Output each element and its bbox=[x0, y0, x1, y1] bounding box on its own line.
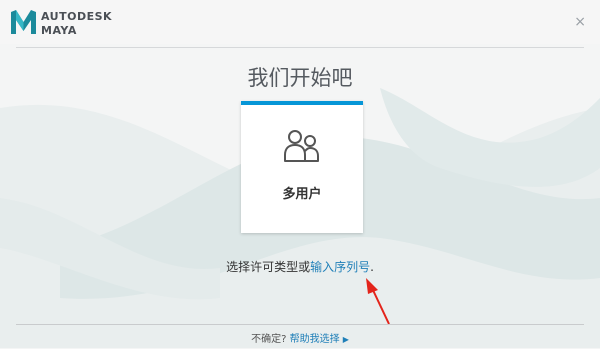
brand-maya: MAYA bbox=[41, 24, 77, 37]
header: AUTODESK MAYA × bbox=[0, 0, 600, 44]
enter-serial-link[interactable]: 输入序列号 bbox=[310, 260, 370, 274]
maya-license-dialog: AUTODESK MAYA × 我们开始吧 多用户 选择许可类型或输入序列号. … bbox=[0, 0, 600, 349]
license-prompt: 选择许可类型或输入序列号. bbox=[0, 258, 600, 275]
maya-logo-icon bbox=[11, 10, 36, 34]
license-period: . bbox=[370, 260, 374, 274]
page-title: 我们开始吧 bbox=[247, 66, 353, 90]
footer-divider bbox=[16, 324, 584, 325]
unsure-text: 不确定? bbox=[251, 334, 287, 345]
play-arrow-icon[interactable]: ▶ bbox=[343, 335, 349, 344]
help-me-choose-link[interactable]: 帮助我选择 bbox=[290, 334, 340, 345]
header-divider bbox=[16, 47, 584, 48]
multi-user-card[interactable]: 多用户 bbox=[241, 101, 363, 233]
license-text: 选择许可类型或 bbox=[226, 260, 311, 274]
multi-user-label: 多用户 bbox=[282, 187, 322, 202]
brand-autodesk: AUTODESK bbox=[41, 10, 113, 23]
footer: 不确定? 帮助我选择 ▶ bbox=[0, 330, 600, 345]
multi-user-icon bbox=[284, 130, 319, 162]
close-button[interactable]: × bbox=[574, 15, 586, 29]
